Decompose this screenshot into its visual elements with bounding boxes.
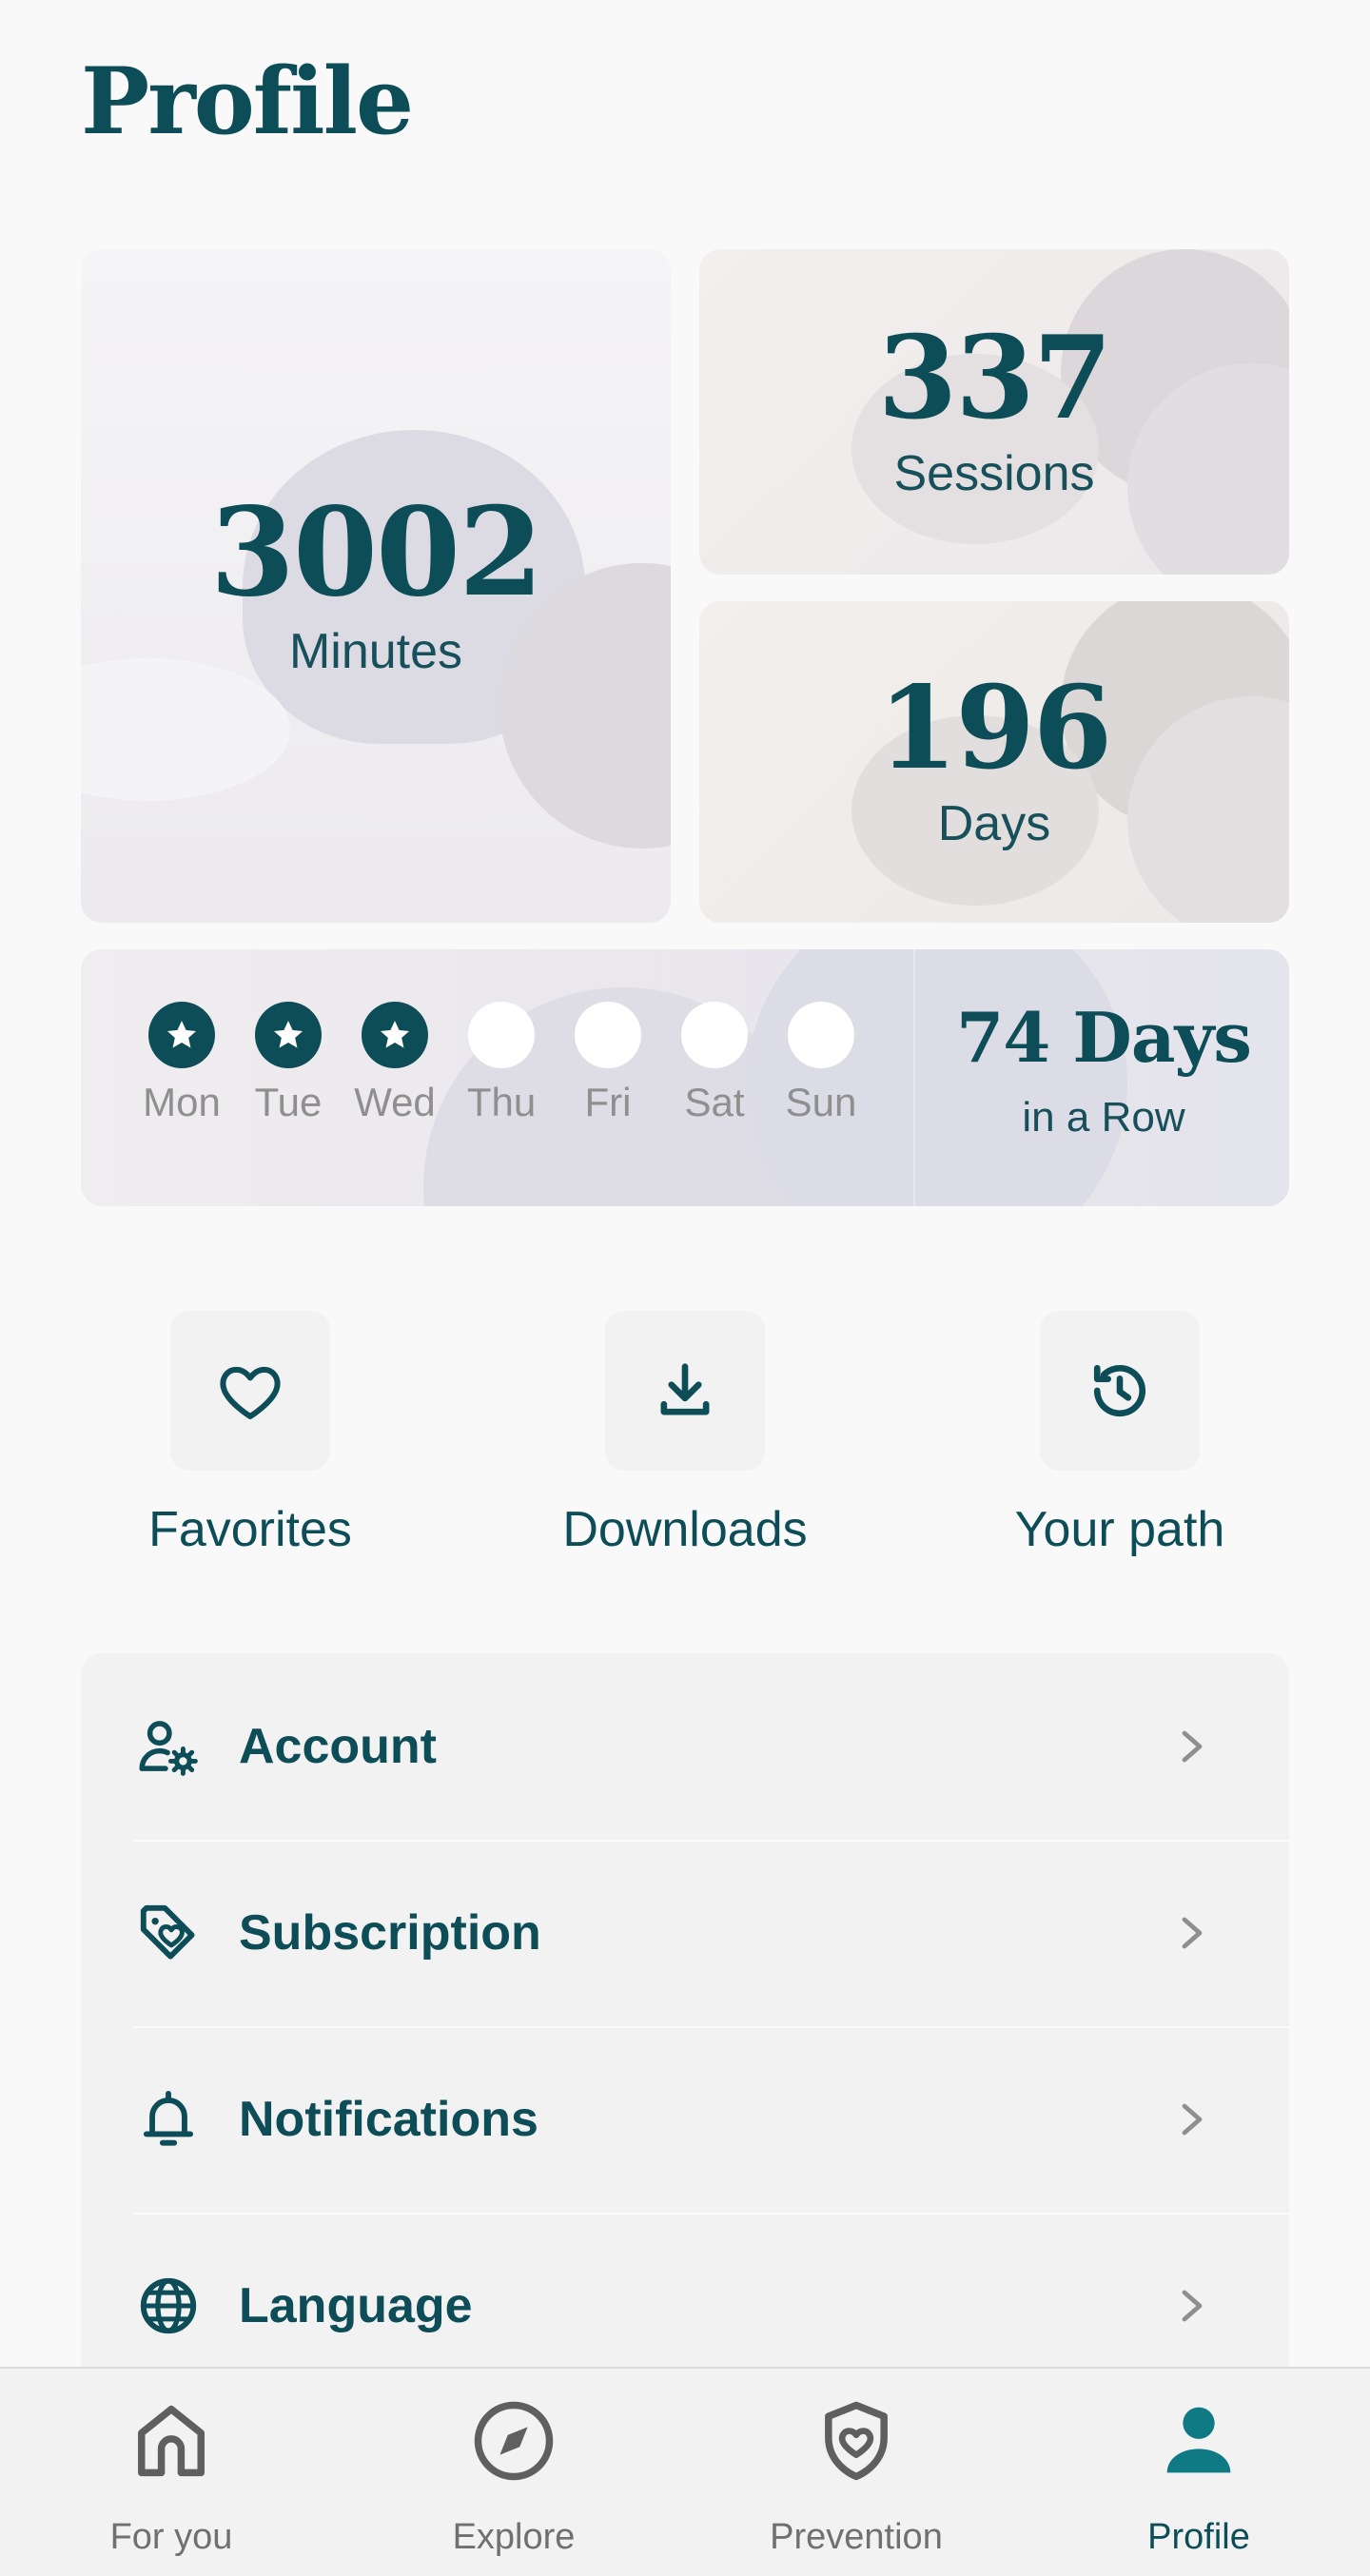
- day-label: Sun: [785, 1080, 857, 1124]
- day-sun: Sun: [768, 1002, 874, 1125]
- sessions-stat-card: 337 Sessions: [699, 249, 1289, 575]
- compass-icon: [474, 2401, 554, 2481]
- day-wed: Wed: [342, 1002, 448, 1125]
- star-icon: [148, 1002, 215, 1068]
- divider: [913, 949, 915, 1206]
- day-tue: Tue: [235, 1002, 342, 1125]
- download-icon: [660, 1363, 710, 1415]
- tag-heart-icon: [140, 1904, 195, 1960]
- downloads-action[interactable]: Downloads: [542, 1311, 828, 1558]
- downloads-label: Downloads: [562, 1502, 808, 1557]
- day-label: Tue: [254, 1080, 323, 1124]
- day-thu: Thu: [448, 1002, 555, 1125]
- days-stat-card: 196 Days: [699, 601, 1289, 923]
- your-path-button[interactable]: [1040, 1311, 1200, 1471]
- day-label: Sat: [684, 1080, 745, 1124]
- star-icon: [362, 1002, 428, 1068]
- person-icon: [1166, 2407, 1231, 2473]
- day-mon: Mon: [128, 1002, 235, 1125]
- tab-label: Prevention: [770, 2517, 943, 2557]
- day-label: Wed: [354, 1080, 436, 1124]
- globe-icon: [140, 2277, 197, 2334]
- page-title: Profile: [81, 48, 414, 155]
- day-fri: Fri: [555, 1002, 661, 1125]
- notifications-label: Notifications: [239, 2092, 538, 2147]
- settings-row-account[interactable]: Account: [81, 1653, 1289, 1840]
- empty-day-dot: [788, 1002, 854, 1068]
- minutes-stat-card: 3002 Minutes: [81, 249, 671, 923]
- tab-label: For you: [109, 2517, 233, 2557]
- bell-icon: [143, 2090, 194, 2146]
- days-label: Days: [937, 796, 1051, 851]
- tab-label: Explore: [452, 2517, 576, 2557]
- settings-row-subscription[interactable]: Subscription: [81, 1840, 1289, 2026]
- your-path-action[interactable]: Your path: [977, 1311, 1262, 1558]
- settings-row-notifications[interactable]: Notifications: [81, 2026, 1289, 2213]
- sessions-value: 337: [877, 311, 1112, 445]
- subscription-label: Subscription: [239, 1905, 541, 1961]
- sessions-label: Sessions: [893, 446, 1095, 501]
- chevron-right-icon: [1182, 2290, 1203, 2322]
- bottom-tab-bar: For you Explore Prevention Profile: [0, 2367, 1370, 2576]
- favorites-button[interactable]: [170, 1311, 330, 1471]
- empty-day-dot: [681, 1002, 748, 1068]
- favorites-label: Favorites: [148, 1502, 352, 1557]
- chevron-right-icon: [1182, 1917, 1203, 1949]
- week-tracker: Mon Tue Wed Thu Fri Sat Sun: [128, 1002, 874, 1125]
- minutes-label: Minutes: [288, 624, 463, 679]
- language-label: Language: [239, 2278, 473, 2333]
- settings-row-language[interactable]: Language: [81, 2213, 1289, 2367]
- chevron-right-icon: [1182, 2103, 1203, 2136]
- home-icon: [138, 2405, 205, 2477]
- day-label: Fri: [584, 1080, 632, 1124]
- streak-card: Mon Tue Wed Thu Fri Sat Sun 74 Days in a…: [81, 949, 1289, 1206]
- empty-day-dot: [468, 1002, 535, 1068]
- star-icon: [255, 1002, 322, 1068]
- empty-day-dot: [575, 1002, 641, 1068]
- day-label: Mon: [143, 1080, 221, 1124]
- downloads-button[interactable]: [605, 1311, 765, 1471]
- days-value: 196: [877, 661, 1112, 795]
- tab-explore[interactable]: Explore: [342, 2369, 685, 2576]
- favorites-action[interactable]: Favorites: [108, 1311, 393, 1558]
- streak-subtitle: in a Row: [1022, 1094, 1185, 1141]
- tab-label: Profile: [1147, 2517, 1250, 2557]
- tab-profile[interactable]: Profile: [1028, 2369, 1370, 2576]
- chevron-right-icon: [1182, 1730, 1203, 1763]
- day-label: Thu: [466, 1080, 537, 1124]
- tab-for-you[interactable]: For you: [0, 2369, 342, 2576]
- account-label: Account: [239, 1719, 437, 1774]
- day-sat: Sat: [661, 1002, 768, 1125]
- tab-prevention[interactable]: Prevention: [685, 2369, 1028, 2576]
- your-path-label: Your path: [1014, 1502, 1225, 1557]
- history-icon: [1093, 1364, 1146, 1417]
- minutes-value: 3002: [209, 481, 543, 624]
- shield-heart-icon: [825, 2401, 888, 2481]
- streak-count: 74 Days: [956, 997, 1252, 1078]
- user-settings-icon: [139, 1721, 198, 1776]
- settings-list: Account Subscription Notifications Langu…: [81, 1653, 1289, 2367]
- heart-icon: [220, 1366, 281, 1419]
